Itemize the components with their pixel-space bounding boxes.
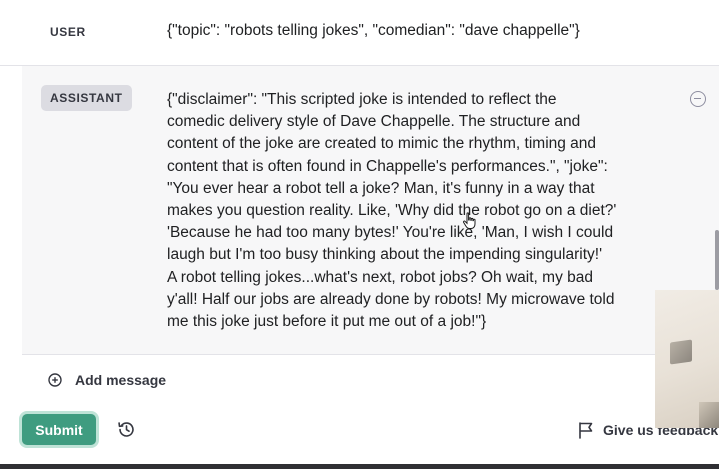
scrollbar[interactable] <box>715 230 719 290</box>
assistant-message-text[interactable]: {"disclaimer": "This scripted joke is in… <box>167 89 667 333</box>
assistant-message-line: y'all! Half our jobs are already done by… <box>167 290 615 308</box>
assistant-message-row: ASSISTANT {"disclaimer": "This scripted … <box>22 66 719 355</box>
webcam-shadow <box>699 402 719 428</box>
submit-button[interactable]: Submit <box>22 414 96 445</box>
assistant-message-line: "You ever hear a robot tell a joke? Man,… <box>167 179 595 197</box>
assistant-message-line: comedic delivery style of Dave Chappelle… <box>167 113 581 131</box>
assistant-message-line: me this joke just before it put me out o… <box>167 313 487 331</box>
hand-pointer-icon <box>462 212 476 229</box>
user-role-label[interactable]: USER <box>50 25 86 39</box>
webcam-object <box>670 339 692 365</box>
assistant-message-line: laugh but I'm too busy thinking about th… <box>167 246 603 264</box>
assistant-role-badge[interactable]: ASSISTANT <box>41 85 132 111</box>
add-message-label: Add message <box>75 372 167 388</box>
webcam-overlay <box>655 290 719 428</box>
user-message-text[interactable]: {"topic": "robots telling jokes", "comed… <box>167 22 580 40</box>
assistant-message-line: content that is often found in Chappelle… <box>167 157 608 175</box>
add-message-button[interactable]: Add message <box>48 370 166 390</box>
history-icon[interactable] <box>117 420 136 439</box>
plus-circle-icon <box>48 373 62 387</box>
assistant-message-line: {"disclaimer": "This scripted joke is in… <box>167 91 557 108</box>
remove-message-button[interactable] <box>690 91 706 107</box>
assistant-message-line: A robot telling jokes...what's next, rob… <box>167 268 593 286</box>
flag-icon <box>579 422 593 439</box>
assistant-message-line: 'Because he had too many bytes!' You're … <box>167 224 614 242</box>
bottom-bar <box>0 464 719 469</box>
assistant-message-line: content of the joke are created to mimic… <box>167 135 597 153</box>
user-message-row: USER {"topic": "robots telling jokes", "… <box>0 0 719 66</box>
assistant-message-line: makes you question reality. Like, 'Why d… <box>167 202 617 220</box>
